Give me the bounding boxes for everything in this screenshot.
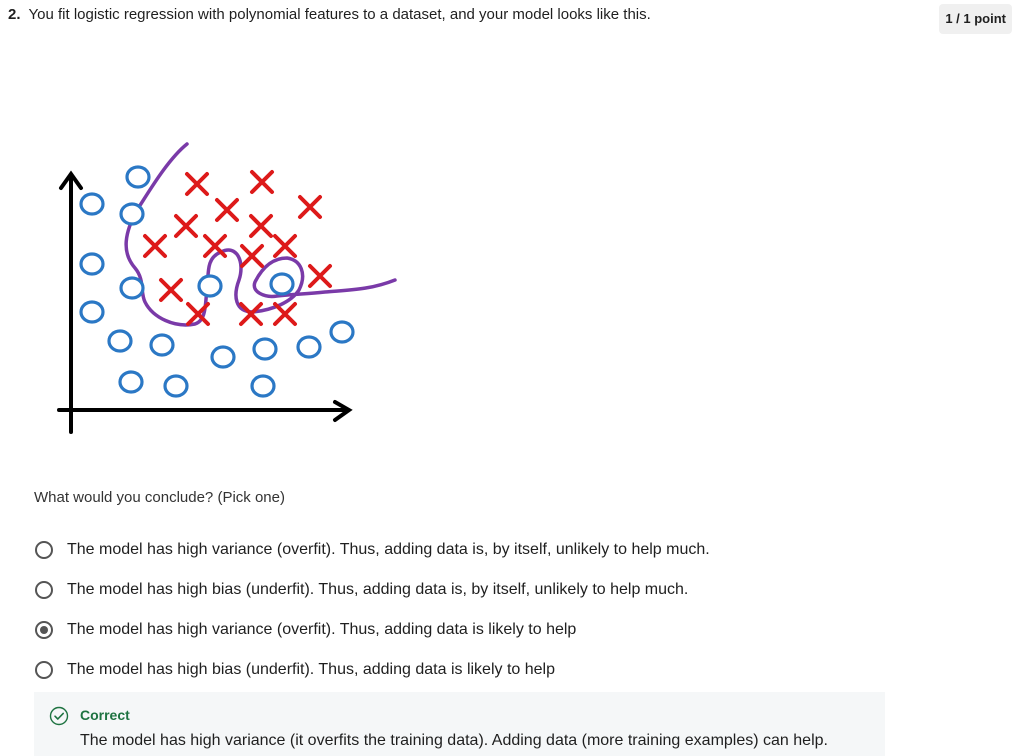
feedback-text: The model has high variance (it overfits… [80, 732, 828, 749]
points-badge: 1 / 1 point [939, 4, 1012, 34]
data-point-cross [250, 170, 274, 194]
data-point-circle [296, 335, 322, 359]
question-text: You fit logistic regression with polynom… [28, 6, 651, 23]
data-point-cross [240, 244, 264, 268]
option-label[interactable]: The model has high bias (underfit). Thus… [67, 581, 688, 599]
option-label[interactable]: The model has high variance (overfit). T… [67, 621, 576, 639]
data-point-cross [159, 278, 183, 302]
overfit-plot-figure [55, 140, 405, 435]
data-point-cross [239, 302, 263, 326]
data-point-cross [203, 234, 227, 258]
radio-button[interactable] [35, 541, 53, 559]
data-point-cross [215, 198, 239, 222]
decision-boundary [124, 142, 397, 327]
question-header: 2. You fit logistic regression with polyn… [8, 4, 928, 26]
data-point-circle [107, 329, 133, 353]
data-point-circle [125, 165, 151, 189]
radio-button[interactable] [35, 661, 53, 679]
data-point-circle [269, 272, 295, 296]
answer-options: The model has high variance (overfit). T… [32, 530, 932, 690]
data-point-circle [119, 202, 145, 226]
data-point-circle [79, 192, 105, 216]
option-label[interactable]: The model has high variance (overfit). T… [67, 541, 710, 559]
data-point-circle [119, 276, 145, 300]
question-prompt: What would you conclude? (Pick one) [34, 489, 285, 506]
data-point-circle [79, 300, 105, 324]
data-point-cross [273, 234, 297, 258]
radio-button[interactable] [35, 581, 53, 599]
data-point-cross [185, 172, 209, 196]
data-point-circle [118, 370, 144, 394]
data-point-cross [273, 302, 297, 326]
data-point-circle [197, 274, 223, 298]
data-point-circle [163, 374, 189, 398]
option-label[interactable]: The model has high bias (underfit). Thus… [67, 661, 555, 679]
radio-button-selected[interactable] [35, 621, 53, 639]
check-circle-icon [49, 706, 69, 726]
data-point-cross [298, 195, 322, 219]
question-number: 2. [8, 6, 21, 23]
data-point-cross [308, 264, 332, 288]
answer-option[interactable]: The model has high bias (underfit). Thus… [32, 650, 932, 690]
answer-option[interactable]: The model has high variance (overfit). T… [32, 610, 932, 650]
data-point-circle [250, 374, 276, 398]
answer-option[interactable]: The model has high bias (underfit). Thus… [32, 570, 932, 610]
overfit-plot [57, 142, 397, 434]
answer-option[interactable]: The model has high variance (overfit). T… [32, 530, 932, 570]
data-point-cross [249, 214, 273, 238]
data-point-circle [252, 337, 278, 361]
data-point-cross [174, 214, 198, 238]
feedback-box: Correct The model has high variance (it … [34, 692, 885, 756]
data-point-cross [143, 234, 167, 258]
data-point-circle [149, 333, 175, 357]
data-point-circle [210, 345, 236, 369]
feedback-status: Correct [80, 707, 130, 723]
data-point-circle [79, 252, 105, 276]
data-point-circle [329, 320, 355, 344]
